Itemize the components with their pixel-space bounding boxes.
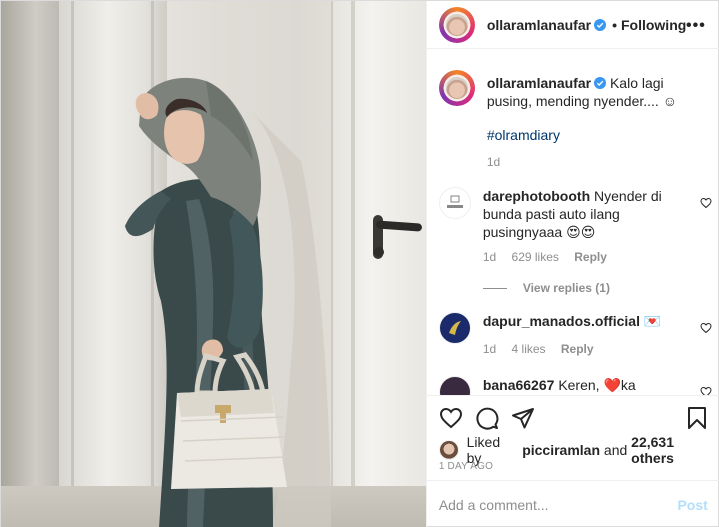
post-photo[interactable] <box>1 1 426 527</box>
comment-icon[interactable] <box>475 406 499 430</box>
comment-time[interactable]: 1d <box>483 250 496 264</box>
caption-hashtag[interactable]: #olramdiary <box>487 127 560 143</box>
comment-avatar[interactable] <box>438 376 471 395</box>
comment-text-block: dapur_manados.official 💌 <box>483 312 693 330</box>
comment-reply-button[interactable]: Reply <box>574 250 607 264</box>
comment-heart-icon[interactable] <box>700 386 712 395</box>
comment-likes[interactable]: 4 likes <box>512 342 546 356</box>
caption-username[interactable]: ollaramlanaufar <box>487 75 591 91</box>
bag-lock <box>220 413 226 423</box>
post-sidebar: ollaramlanaufar • Following ••• ollaraml… <box>425 1 719 527</box>
share-icon[interactable] <box>511 406 535 430</box>
comment-text: Keren, ❤️ka <box>558 377 636 393</box>
verified-badge-icon <box>594 77 607 89</box>
comment-username[interactable]: bana66267 <box>483 377 555 393</box>
comment-time[interactable]: 1d <box>483 342 496 356</box>
view-replies-button[interactable]: View replies (1) <box>482 281 610 295</box>
avatar-face <box>445 13 468 36</box>
liked-by-avatar[interactable] <box>438 440 459 460</box>
bookmark-icon[interactable] <box>685 406 709 430</box>
author-username[interactable]: ollaramlanaufar <box>487 17 591 33</box>
comment-likes[interactable]: 629 likes <box>512 250 559 264</box>
caption-time[interactable]: 1d <box>487 155 500 169</box>
comment-reply-button[interactable]: Reply <box>561 342 594 356</box>
instagram-post: ollaramlanaufar • Following ••• ollaraml… <box>0 0 719 527</box>
heart-icon[interactable] <box>439 406 463 430</box>
liked-by-count[interactable]: 22,631 others <box>631 434 719 466</box>
dapur-logo-icon <box>448 321 461 335</box>
post-timestamp[interactable]: 1 DAY AGO <box>439 461 493 472</box>
comment-meta: 1d 629 likes Reply <box>483 250 619 264</box>
comment-heart-icon[interactable] <box>700 197 712 209</box>
post-comment-button[interactable]: Post <box>677 497 707 513</box>
comment-avatar[interactable] <box>438 312 471 344</box>
comment-meta: 1d 4 likes Reply <box>483 342 606 356</box>
comment-avatar[interactable] <box>438 187 471 219</box>
more-options-icon[interactable]: ••• <box>686 17 706 35</box>
post-actions: Liked by picciramlan and 22,631 others 1… <box>426 395 719 527</box>
post-header: ollaramlanaufar • Following ••• <box>426 1 719 49</box>
woman-figure <box>125 77 331 527</box>
bag-clasp <box>215 405 231 413</box>
caption-text-block: ollaramlanaufar Kalo lagi pusing, mendin… <box>487 74 709 110</box>
action-icons-row <box>439 402 709 438</box>
liked-by-user[interactable]: picciramlan <box>522 442 600 458</box>
add-comment-input[interactable] <box>438 496 678 513</box>
caption-avatar[interactable] <box>438 70 475 106</box>
avatar-face <box>445 77 468 99</box>
following-button[interactable]: Following <box>621 17 686 33</box>
comment-text-block: bana66267 Keren, ❤️ka <box>483 376 683 394</box>
comment-text-block: darephotobooth Nyender di bunda pasti au… <box>483 187 683 241</box>
dare-logo-icon <box>440 189 469 217</box>
author-avatar[interactable] <box>438 6 475 43</box>
comments-list[interactable]: ollaramlanaufar Kalo lagi pusing, mendin… <box>427 50 719 395</box>
comment-heart-icon[interactable] <box>700 322 712 334</box>
separator-dot: • <box>612 16 617 33</box>
comment-username[interactable]: dapur_manados.official <box>483 313 640 329</box>
view-replies-label: View replies (1) <box>522 281 610 295</box>
verified-badge-icon <box>594 18 607 31</box>
comment-text: 💌 <box>643 313 662 329</box>
liked-by-suffix: and <box>603 442 628 458</box>
view-replies-line <box>482 288 507 290</box>
comment-username[interactable]: darephotobooth <box>483 188 590 204</box>
add-comment-bar: Post <box>426 480 719 527</box>
